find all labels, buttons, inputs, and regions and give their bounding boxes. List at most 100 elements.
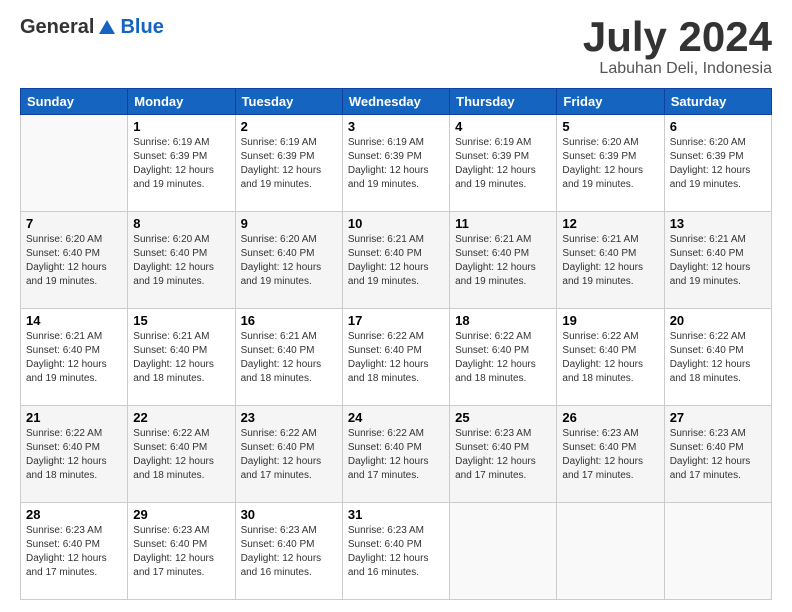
calendar-cell: 31 Sunrise: 6:23 AM Sunset: 6:40 PM Dayli… (342, 503, 449, 600)
day-info: Sunrise: 6:23 AM Sunset: 6:40 PM Dayligh… (455, 427, 551, 483)
calendar-cell: 10 Sunrise: 6:21 AM Sunset: 6:40 PM Dayli… (342, 212, 449, 309)
calendar-table: SundayMondayTuesdayWednesdayThursdayFrid… (20, 88, 772, 600)
calendar-week-2: 7 Sunrise: 6:20 AM Sunset: 6:40 PM Daylig… (21, 212, 772, 309)
calendar-cell: 21 Sunrise: 6:22 AM Sunset: 6:40 PM Dayli… (21, 406, 128, 503)
day-number: 8 (133, 216, 229, 231)
calendar-cell: 24 Sunrise: 6:22 AM Sunset: 6:40 PM Dayli… (342, 406, 449, 503)
calendar-cell: 28Sunrise: 6:23 AM Sunset: 6:40 PM Dayli… (21, 503, 128, 600)
calendar-cell: 9 Sunrise: 6:20 AM Sunset: 6:40 PM Daylig… (235, 212, 342, 309)
calendar-cell: 4 Sunrise: 6:19 AM Sunset: 6:39 PM Daylig… (450, 115, 557, 212)
day-info: Sunrise: 6:20 AM Sunset: 6:40 PM Dayligh… (26, 233, 122, 289)
calendar-cell: 2 Sunrise: 6:19 AM Sunset: 6:39 PM Daylig… (235, 115, 342, 212)
day-number: 14 (26, 313, 122, 328)
calendar-cell: 5 Sunrise: 6:20 AM Sunset: 6:39 PM Daylig… (557, 115, 664, 212)
calendar-week-1: 1 Sunrise: 6:19 AM Sunset: 6:39 PM Daylig… (21, 115, 772, 212)
calendar-cell: 16 Sunrise: 6:21 AM Sunset: 6:40 PM Dayli… (235, 309, 342, 406)
calendar-cell: 23 Sunrise: 6:22 AM Sunset: 6:40 PM Dayli… (235, 406, 342, 503)
day-info: Sunrise: 6:21 AM Sunset: 6:40 PM Dayligh… (562, 233, 658, 289)
logo-icon (97, 18, 117, 38)
day-info: Sunrise: 6:22 AM Sunset: 6:40 PM Dayligh… (133, 427, 229, 483)
calendar-cell: 15Sunrise: 6:21 AM Sunset: 6:40 PM Dayli… (128, 309, 235, 406)
calendar-cell: 27Sunrise: 6:23 AM Sunset: 6:40 PM Dayli… (664, 406, 771, 503)
day-info: Sunrise: 6:21 AM Sunset: 6:40 PM Dayligh… (348, 233, 444, 289)
calendar-cell (664, 503, 771, 600)
title-block: July 2024 Labuhan Deli, Indonesia (583, 16, 772, 78)
day-info: Sunrise: 6:23 AM Sunset: 6:40 PM Dayligh… (670, 427, 766, 483)
day-number: 18 (455, 313, 551, 328)
day-info: Sunrise: 6:22 AM Sunset: 6:40 PM Dayligh… (670, 330, 766, 386)
day-number: 2 (241, 119, 337, 134)
day-info: Sunrise: 6:22 AM Sunset: 6:40 PM Dayligh… (348, 427, 444, 483)
calendar-cell: 12 Sunrise: 6:21 AM Sunset: 6:40 PM Dayli… (557, 212, 664, 309)
calendar-cell (557, 503, 664, 600)
day-header-tuesday: Tuesday (235, 89, 342, 115)
day-info: Sunrise: 6:20 AM Sunset: 6:39 PM Dayligh… (670, 136, 766, 192)
day-info: Sunrise: 6:21 AM Sunset: 6:40 PM Dayligh… (670, 233, 766, 289)
day-info: Sunrise: 6:22 AM Sunset: 6:40 PM Dayligh… (562, 330, 658, 386)
header: General Blue July 2024 Labuhan Deli, Ind… (20, 16, 772, 78)
day-number: 6 (670, 119, 766, 134)
day-number: 29 (133, 507, 229, 522)
calendar-cell (450, 503, 557, 600)
logo-general: General (20, 16, 94, 39)
day-header-saturday: Saturday (664, 89, 771, 115)
calendar-cell: 22 Sunrise: 6:22 AM Sunset: 6:40 PM Dayli… (128, 406, 235, 503)
day-info: Sunrise: 6:20 AM Sunset: 6:40 PM Dayligh… (133, 233, 229, 289)
day-number: 23 (241, 410, 337, 425)
day-info: Sunrise: 6:22 AM Sunset: 6:40 PM Dayligh… (348, 330, 444, 386)
day-info: Sunrise: 6:23 AM Sunset: 6:40 PM Dayligh… (348, 524, 444, 580)
day-info: Sunrise: 6:20 AM Sunset: 6:40 PM Dayligh… (241, 233, 337, 289)
day-info: Sunrise: 6:23 AM Sunset: 6:40 PM Dayligh… (562, 427, 658, 483)
day-number: 13 (670, 216, 766, 231)
day-number: 30 (241, 507, 337, 522)
calendar-cell: 17Sunrise: 6:22 AM Sunset: 6:40 PM Dayli… (342, 309, 449, 406)
day-number: 5 (562, 119, 658, 134)
day-number: 24 (348, 410, 444, 425)
day-info: Sunrise: 6:23 AM Sunset: 6:40 PM Dayligh… (241, 524, 337, 580)
day-header-friday: Friday (557, 89, 664, 115)
day-header-sunday: Sunday (21, 89, 128, 115)
day-info: Sunrise: 6:19 AM Sunset: 6:39 PM Dayligh… (133, 136, 229, 192)
day-number: 21 (26, 410, 122, 425)
day-number: 1 (133, 119, 229, 134)
day-info: Sunrise: 6:20 AM Sunset: 6:39 PM Dayligh… (562, 136, 658, 192)
day-info: Sunrise: 6:19 AM Sunset: 6:39 PM Dayligh… (455, 136, 551, 192)
calendar-week-4: 21 Sunrise: 6:22 AM Sunset: 6:40 PM Dayli… (21, 406, 772, 503)
day-number: 12 (562, 216, 658, 231)
day-info: Sunrise: 6:19 AM Sunset: 6:39 PM Dayligh… (241, 136, 337, 192)
calendar-cell: 3Sunrise: 6:19 AM Sunset: 6:39 PM Daylig… (342, 115, 449, 212)
calendar-cell: 6 Sunrise: 6:20 AM Sunset: 6:39 PM Daylig… (664, 115, 771, 212)
day-header-thursday: Thursday (450, 89, 557, 115)
logo: General Blue (20, 16, 164, 39)
calendar-cell: 18Sunrise: 6:22 AM Sunset: 6:40 PM Dayli… (450, 309, 557, 406)
calendar-header-row: SundayMondayTuesdayWednesdayThursdayFrid… (21, 89, 772, 115)
logo-blue: Blue (120, 16, 163, 39)
calendar-week-3: 14 Sunrise: 6:21 AM Sunset: 6:40 PM Dayli… (21, 309, 772, 406)
day-number: 31 (348, 507, 444, 522)
day-number: 16 (241, 313, 337, 328)
day-info: Sunrise: 6:21 AM Sunset: 6:40 PM Dayligh… (241, 330, 337, 386)
day-info: Sunrise: 6:22 AM Sunset: 6:40 PM Dayligh… (26, 427, 122, 483)
day-number: 4 (455, 119, 551, 134)
calendar-cell: 30 Sunrise: 6:23 AM Sunset: 6:40 PM Dayli… (235, 503, 342, 600)
day-header-monday: Monday (128, 89, 235, 115)
day-number: 7 (26, 216, 122, 231)
calendar-cell: 19Sunrise: 6:22 AM Sunset: 6:40 PM Dayli… (557, 309, 664, 406)
calendar-cell: 13 Sunrise: 6:21 AM Sunset: 6:40 PM Dayli… (664, 212, 771, 309)
calendar-cell: 14Sunrise: 6:21 AM Sunset: 6:40 PM Dayli… (21, 309, 128, 406)
day-number: 15 (133, 313, 229, 328)
calendar-cell: 20 Sunrise: 6:22 AM Sunset: 6:40 PM Dayli… (664, 309, 771, 406)
day-info: Sunrise: 6:22 AM Sunset: 6:40 PM Dayligh… (241, 427, 337, 483)
calendar-cell: 8 Sunrise: 6:20 AM Sunset: 6:40 PM Daylig… (128, 212, 235, 309)
day-number: 20 (670, 313, 766, 328)
day-info: Sunrise: 6:23 AM Sunset: 6:40 PM Dayligh… (133, 524, 229, 580)
day-number: 10 (348, 216, 444, 231)
day-header-wednesday: Wednesday (342, 89, 449, 115)
calendar-cell (21, 115, 128, 212)
calendar-cell: 11Sunrise: 6:21 AM Sunset: 6:40 PM Dayli… (450, 212, 557, 309)
day-number: 9 (241, 216, 337, 231)
calendar-cell: 29 Sunrise: 6:23 AM Sunset: 6:40 PM Dayli… (128, 503, 235, 600)
calendar-week-5: 28Sunrise: 6:23 AM Sunset: 6:40 PM Dayli… (21, 503, 772, 600)
location: Labuhan Deli, Indonesia (583, 60, 772, 78)
day-number: 22 (133, 410, 229, 425)
